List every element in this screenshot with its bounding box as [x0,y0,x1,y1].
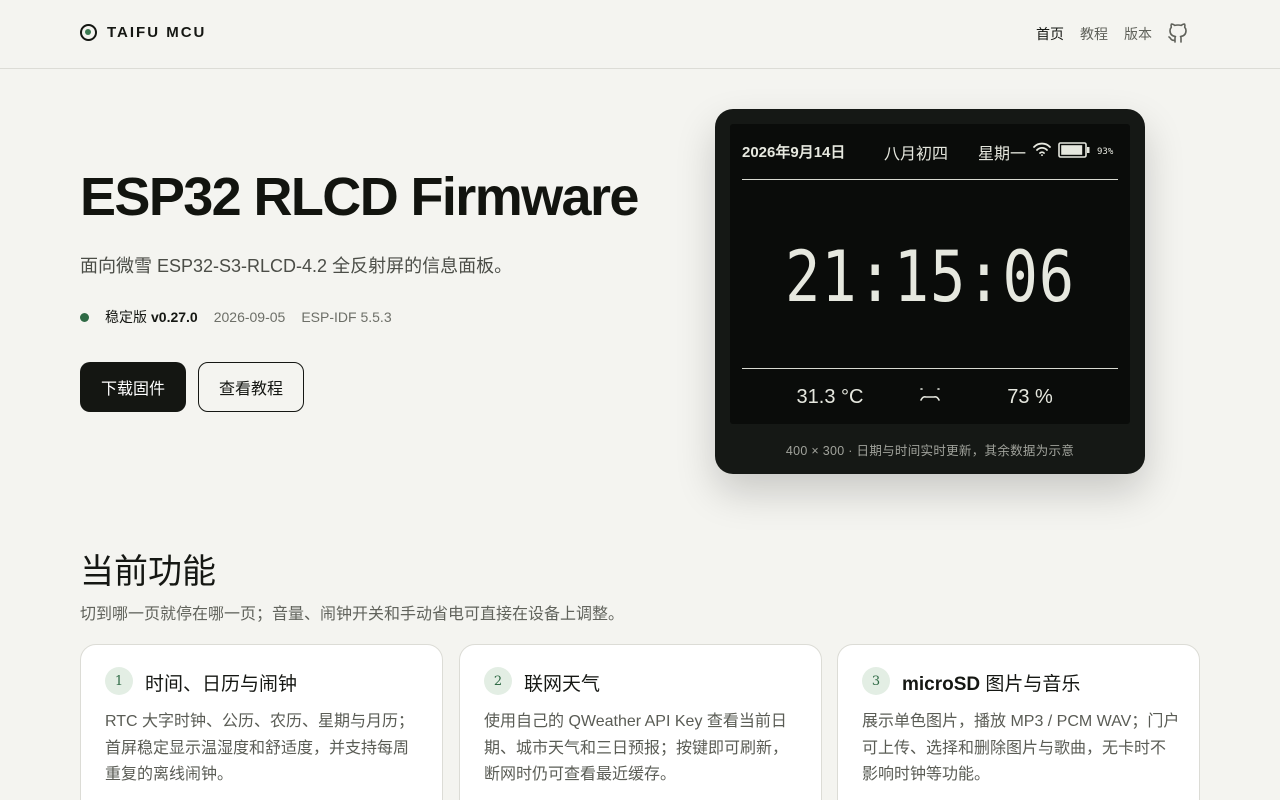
brand-name: TAIFU MCU [107,24,207,41]
release-channel: 稳定版 [105,309,147,325]
screen-divider [742,368,1118,369]
feature-card: 2 联网天气 使用自己的 QWeather API Key 查看当前日期、城市天… [459,644,822,800]
feature-card: 1 时间、日历与闹钟 RTC 大字时钟、公历、农历、星期与月历；首屏稳定显示温湿… [80,644,443,800]
nav-home[interactable]: 首页 [1036,24,1064,44]
face-icon [920,388,940,401]
feature-body: 展示单色图片，播放 MP3 / PCM WAV；门户可上传、选择和删除图片与歌曲… [862,713,1180,783]
feature-number: 3 [862,667,890,695]
view-tutorial-button[interactable]: 查看教程 [198,362,304,412]
features-title: 当前功能 [80,553,216,591]
hero-title: ESP32 RLCD Firmware [80,167,639,227]
nav-tutorial[interactable]: 教程 [1080,24,1108,44]
battery-fill [1061,145,1083,155]
nav-releases[interactable]: 版本 [1124,24,1152,44]
hero-subtitle: 面向微雪 ESP32-S3-RLCD-4.2 全反射屏的信息面板。 [80,256,513,276]
feature-card: 3 microSD 图片与音乐 展示单色图片，播放 MP3 / PCM WAV；… [837,644,1200,800]
github-icon[interactable] [1166,21,1190,45]
site-header: TAIFU MCU 首页 教程 版本 [0,0,1280,69]
feature-body: 使用自己的 QWeather API Key 查看当前日期、城市天气和三日预报；… [484,713,789,783]
download-firmware-button[interactable]: 下载固件 [80,362,186,412]
release-meta: 稳定版 v0.27.0 2026-09-05 ESP-IDF 5.5.3 [80,307,392,327]
feature-title: microSD 图片与音乐 [902,669,1080,696]
screen-divider [742,179,1118,180]
battery-icon [1058,142,1090,158]
screen-weekday: 星期一 [978,146,1027,163]
idf-version: ESP-IDF 5.5.3 [301,309,392,325]
feature-title: 联网天气 [524,674,601,695]
device-preview: 2026年9月14日 八月初四 星期一 93% 21:15:06 31.3 °C… [715,109,1145,474]
brand[interactable]: TAIFU MCU [80,24,206,41]
release-version: v0.27.0 [151,309,198,325]
features-subtitle: 切到哪一页就停在哪一页；音量、闹钟开关和手动省电可直接在设备上调整。 [80,606,625,623]
brand-logo-icon [80,24,97,41]
device-caption: 400 × 300 · 日期与时间实时更新，其余数据为示意 [785,444,1075,458]
screen-lunar-date: 八月初四 [884,146,949,163]
main-nav: 首页 教程 版本 [1036,24,1152,44]
screen-humidity: 73 % [1007,386,1053,408]
feature-title-bold: microSD [902,674,981,695]
release-date: 2026-09-05 [213,309,286,325]
feature-title-rest: 图片与音乐 [980,674,1081,695]
wifi-icon [1033,142,1051,157]
screen-clock: 21:15:06 [785,236,1075,318]
screen-date: 2026年9月14日 [742,144,846,161]
status-dot-icon [80,312,89,322]
feature-number: 1 [105,667,133,695]
screen-temperature: 31.3 °C [796,386,864,408]
feature-body: RTC 大字时钟、公历、农历、星期与月历；首屏稳定显示温湿度和舒适度，并支持每周… [105,713,415,783]
feature-number: 2 [484,667,512,695]
screen-battery-percent: 93% [1097,147,1114,157]
feature-title: 时间、日历与闹钟 [145,674,298,695]
device-screen: 2026年9月14日 八月初四 星期一 93% 21:15:06 31.3 °C… [730,124,1130,424]
